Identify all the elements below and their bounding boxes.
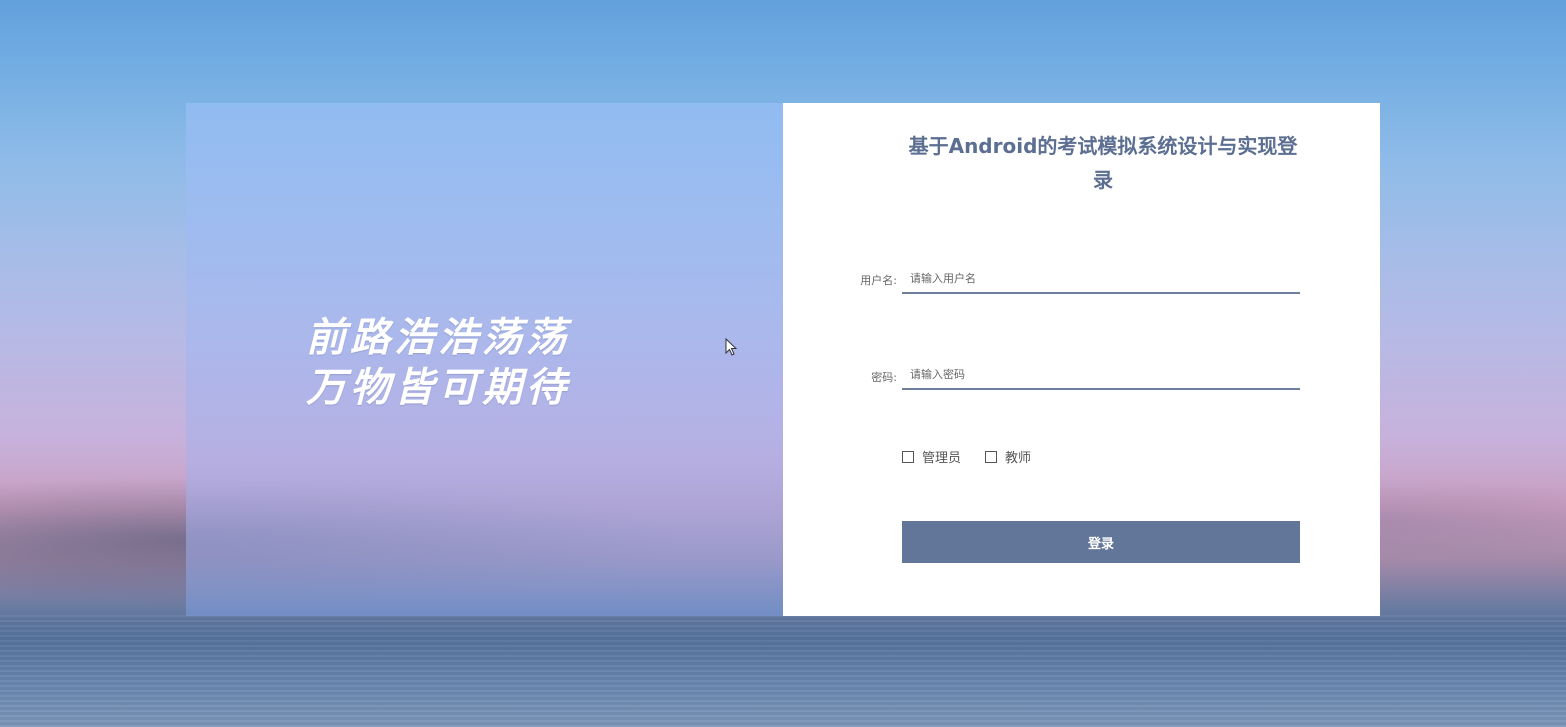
role-selector: 管理员 教师 xyxy=(902,447,1055,466)
password-label: 密码: xyxy=(871,371,897,384)
role-option-teacher[interactable]: 教师 xyxy=(985,447,1031,466)
checkbox-unchecked-icon[interactable] xyxy=(985,450,998,463)
username-input[interactable] xyxy=(902,264,1300,294)
login-panel: 基于Android的考试模拟系统设计与实现登录 用户名: 密码: 管理员 教师 … xyxy=(783,103,1380,616)
slogan-panel: 前路浩浩荡荡 万物皆可期待 xyxy=(186,103,783,616)
role-option-admin[interactable]: 管理员 xyxy=(902,447,961,466)
checkbox-unchecked-icon[interactable] xyxy=(902,450,914,463)
login-button[interactable]: 登录 xyxy=(902,521,1300,563)
password-input[interactable] xyxy=(902,360,1300,390)
slogan-line-1: 前路浩浩荡荡 xyxy=(306,315,570,361)
slogan-line-2: 万物皆可期待 xyxy=(306,365,570,411)
role-label-teacher: 教师 xyxy=(1005,451,1032,466)
mouse-pointer-icon xyxy=(725,338,738,356)
role-label-admin: 管理员 xyxy=(922,451,962,466)
login-title: 基于Android的考试模拟系统设计与实现登录 xyxy=(908,134,1298,192)
slogan: 前路浩浩荡荡 万物皆可期待 xyxy=(306,313,726,413)
username-label: 用户名: xyxy=(860,274,897,287)
